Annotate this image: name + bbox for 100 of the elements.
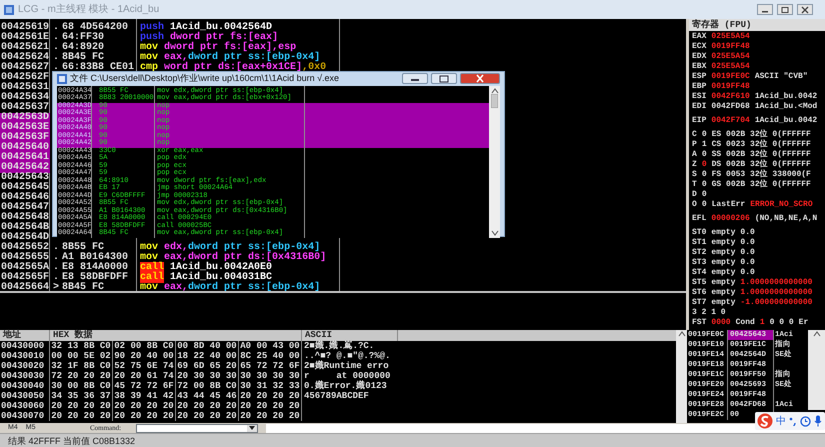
hex-cell-text: 8B45 FC bbox=[62, 283, 106, 291]
hex-cell-text: E8 814A0000 bbox=[62, 263, 130, 273]
address-cell: 00425647 bbox=[0, 203, 50, 213]
hex-cell: 43 44 45 46 bbox=[176, 391, 239, 401]
command-field[interactable] bbox=[136, 424, 258, 432]
maximize-button[interactable] bbox=[777, 4, 793, 15]
ascii-cell-text: 456789ABCDEF bbox=[303, 391, 370, 401]
close-button[interactable] bbox=[460, 73, 500, 84]
instruction-cell-text: mov edx,dword ptr ss:[ebp-0x4] bbox=[139, 243, 320, 253]
address-cell: 00425627 bbox=[0, 63, 50, 73]
register-comment: SS 002B 32位 0(FFFFFF bbox=[712, 150, 811, 160]
minimize-button[interactable] bbox=[402, 73, 428, 84]
hex-cell: 69 6D 65 20 bbox=[176, 361, 239, 371]
hex-cell: 20 30 30 30 bbox=[176, 371, 239, 381]
register-name: C bbox=[692, 130, 697, 140]
scroll-up-icon[interactable] bbox=[678, 330, 686, 338]
instruction-cell-text: mov eax,dword ptr ss:[ebp-0x4] bbox=[139, 283, 322, 291]
app-icon bbox=[4, 4, 14, 14]
register-name: ST2 bbox=[692, 248, 706, 258]
hex-cell: 34 35 36 37 bbox=[50, 391, 113, 401]
hex-cell-text: 8B45 FC bbox=[62, 53, 106, 63]
jump-marker: . bbox=[52, 53, 60, 63]
column-header[interactable]: ASCII bbox=[302, 330, 398, 341]
hex-cell: 02 00 8B C0 bbox=[113, 341, 176, 351]
address-cell: 00430000 bbox=[0, 341, 50, 351]
ime-logo-icon[interactable] bbox=[757, 413, 773, 429]
address-cell: 0042565A bbox=[0, 263, 50, 273]
jump-marker: > bbox=[52, 283, 60, 291]
scroll-up-icon[interactable] bbox=[490, 88, 498, 94]
register-value: 0 bbox=[702, 190, 707, 200]
address-cell: 00425624 bbox=[0, 53, 50, 63]
register-value: 0042F704 bbox=[711, 116, 750, 126]
dropdown-button[interactable] bbox=[247, 424, 257, 432]
hex-cell: 00 8D 40 00 bbox=[176, 341, 239, 351]
register-comment: 1Acid_bu.0042 bbox=[754, 92, 818, 102]
scroll-thumb[interactable] bbox=[491, 94, 498, 108]
address-cell: 00425645 bbox=[0, 183, 50, 193]
register-comment: FS 0053 32位 338000(F bbox=[712, 170, 811, 180]
address-cell: 0042564B bbox=[0, 223, 50, 233]
instruction-cell-text: push dword ptr fs:[eax] bbox=[139, 33, 280, 43]
scroll-down-icon[interactable] bbox=[490, 230, 498, 236]
address-cell: 0042563E bbox=[0, 123, 50, 133]
register-name: ST1 bbox=[692, 238, 706, 248]
hex-cell: 20 20 20 20 bbox=[239, 411, 302, 421]
hex-cell-text: 66:83B8 CE01 bbox=[62, 63, 136, 73]
hex-cell: 18 22 40 00 bbox=[176, 351, 239, 361]
instruction-cell-text: call 1Acid_bu.0042A0E0 bbox=[139, 263, 274, 273]
address-cell: 0042564D bbox=[0, 233, 50, 243]
register-value: 1 bbox=[702, 140, 707, 150]
hex-cell-text: A1 B0164300 bbox=[62, 253, 130, 263]
address-cell: 00425646 bbox=[0, 193, 50, 203]
register-name: ST5 bbox=[692, 278, 706, 288]
punctuation-icon[interactable] bbox=[789, 416, 797, 426]
close-button[interactable] bbox=[797, 4, 813, 15]
register-value: 025E5A54 bbox=[711, 62, 750, 72]
register-name: ECX bbox=[692, 42, 706, 52]
register-value: 0 bbox=[702, 130, 707, 140]
register-value: empty bbox=[711, 268, 736, 278]
hex-cell: 20 20 20 20 bbox=[50, 411, 113, 421]
register-value: empty bbox=[711, 298, 736, 308]
input-mode-toggle[interactable]: 中 bbox=[776, 414, 786, 428]
app-icon bbox=[57, 74, 67, 84]
register-comment: 1.0000000000000 bbox=[740, 288, 812, 298]
address-cell: 00425637 bbox=[0, 103, 50, 113]
address-cell: 00425664 bbox=[0, 283, 50, 291]
register-value: 0 bbox=[702, 180, 707, 190]
clock-icon[interactable] bbox=[800, 416, 811, 426]
minimize-button[interactable] bbox=[757, 4, 773, 15]
address-cell: 00430060 bbox=[0, 401, 50, 411]
register-name: ST0 bbox=[692, 228, 706, 238]
ascii-cell-text: r at 0000000 bbox=[303, 371, 392, 381]
register-name: S bbox=[692, 170, 697, 180]
scroll-up-icon[interactable] bbox=[812, 330, 820, 338]
register-value: 0042FD68 bbox=[711, 102, 750, 112]
column-header[interactable]: HEX 数据 bbox=[50, 330, 302, 341]
register-value: 00000206 bbox=[711, 214, 750, 224]
hex-cell: 52 75 6E 74 bbox=[113, 361, 176, 371]
ascii-cell-text: ..^■? @.■"@.?%@. bbox=[303, 351, 392, 361]
register-comment: 1.0000000000000 bbox=[740, 278, 812, 288]
register-comment: ES 002B 32位 0(FFFFFF bbox=[712, 130, 811, 140]
hex-cell-text: E8 58DBFDFF bbox=[62, 273, 130, 283]
register-comment: ERROR_NO_SCRO bbox=[750, 200, 813, 210]
hex-cell-text: 8B55 FC bbox=[62, 243, 104, 253]
hex-cell-text: 64:FF30 bbox=[62, 33, 106, 43]
maximize-button[interactable] bbox=[431, 73, 457, 84]
register-comment: 0.0 bbox=[740, 248, 755, 258]
column-header[interactable]: 地址 bbox=[0, 330, 50, 341]
jump-marker: . bbox=[52, 243, 60, 253]
microphone-icon[interactable] bbox=[814, 415, 822, 427]
register-comment: 0.0 bbox=[740, 238, 755, 248]
hex-cell: 30 00 8B C0 bbox=[50, 381, 113, 391]
panel-title: 寄存器 (FPU) bbox=[689, 19, 825, 31]
hex-cell: 00 00 5E 02 bbox=[50, 351, 113, 361]
register-name: Z bbox=[692, 160, 697, 170]
address-cell: 00425619 bbox=[0, 23, 50, 33]
address-cell: 00425634 bbox=[0, 93, 50, 103]
jump-marker: . bbox=[52, 273, 60, 283]
register-value: 025E5A54 bbox=[711, 52, 750, 62]
register-comment: 1 bbox=[760, 318, 765, 328]
register-name: T bbox=[692, 180, 697, 190]
